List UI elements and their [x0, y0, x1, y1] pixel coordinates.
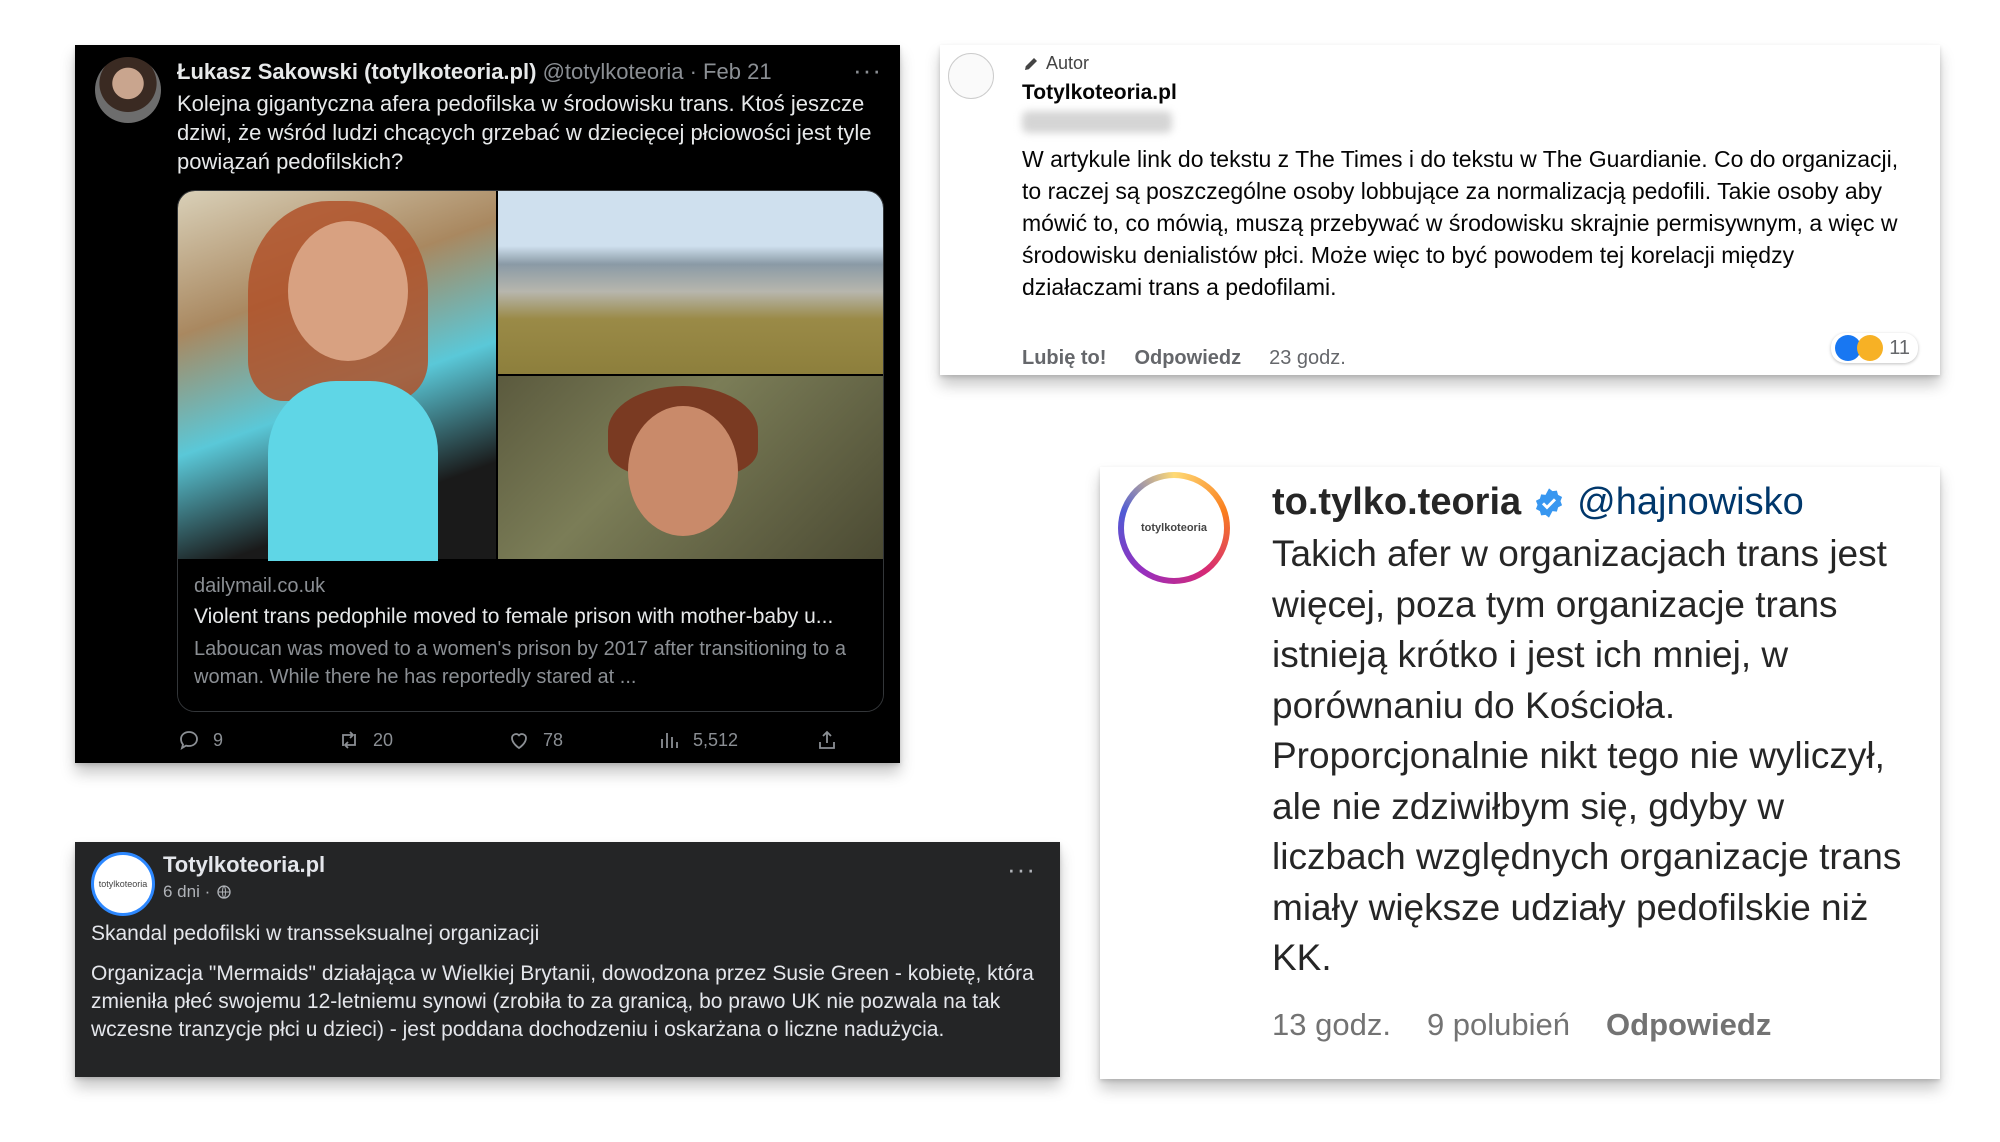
tweet-handle-date: @totylkoteoria · Feb 21	[542, 59, 772, 84]
mention-link[interactable]: @hajnowisko	[1577, 481, 1804, 524]
reactions-summary[interactable]: 11	[1831, 333, 1918, 363]
retweet-button[interactable]: 20	[337, 728, 393, 752]
author-badge-label: Autor	[1046, 53, 1090, 73]
post-time[interactable]: 6 dni ·	[163, 882, 210, 902]
tweet-author-name[interactable]: Łukasz Sakowski (totylkoteoria.pl)	[177, 59, 536, 84]
instagram-comment-card: totylkoteoria to.tylko.teoria @hajnowisk…	[1100, 467, 1940, 1079]
likes-count[interactable]: 9 polubień	[1427, 1007, 1570, 1043]
story-ring-avatar[interactable]: totylkoteoria	[1118, 472, 1230, 584]
tweet-card: Łukasz Sakowski (totylkoteoria.pl) @toty…	[75, 45, 900, 763]
comment-text: Takich afer w organizacjach trans jest w…	[1272, 533, 1902, 978]
comment-footer: 13 godz. 9 polubień Odpowiedz	[1272, 1007, 1771, 1043]
like-count: 78	[543, 729, 564, 750]
reaction-count: 11	[1889, 336, 1910, 359]
views-icon	[661, 733, 678, 748]
commenter-avatar[interactable]	[948, 53, 994, 99]
share-icon	[819, 730, 835, 749]
facebook-comment-card: Autor Totylkoteoria.pl W artykule link d…	[940, 45, 1940, 375]
link-domain: dailymail.co.uk	[194, 575, 326, 597]
tweet-text: Kolejna gigantyczna afera pedofilska w ś…	[177, 91, 872, 174]
link-image-prison	[498, 191, 883, 374]
comment-time: 13 godz.	[1272, 1007, 1391, 1042]
views-button[interactable]: 5,512	[657, 728, 738, 752]
tweet-header: Łukasz Sakowski (totylkoteoria.pl) @toty…	[177, 59, 772, 85]
comment-text: W artykule link do tekstu z The Times i …	[1022, 146, 1899, 300]
post-text: Organizacja "Mermaids" działająca w Wiel…	[91, 962, 1034, 1041]
link-title[interactable]: Violent trans pedophile moved to female …	[194, 605, 864, 629]
reply-button[interactable]: Odpowiedz	[1606, 1007, 1771, 1043]
like-link[interactable]: Lubię to!	[1022, 347, 1106, 370]
page-avatar[interactable]: totylkoteoria	[91, 852, 155, 916]
commenter-name[interactable]: Totylkoteoria.pl	[1022, 81, 1177, 105]
page-name[interactable]: Totylkoteoria.pl	[163, 852, 325, 878]
more-options-icon[interactable]: ···	[1007, 854, 1036, 885]
link-image-portrait	[178, 191, 496, 561]
reply-link[interactable]: Odpowiedz	[1134, 347, 1241, 370]
view-count: 5,512	[693, 729, 739, 750]
tweet-actions: 9 20 78 5,512	[177, 728, 877, 758]
pencil-icon	[1025, 57, 1037, 70]
link-info: dailymail.co.uk Violent trans pedophile …	[178, 561, 883, 711]
blurred-reply-target	[1022, 111, 1172, 133]
post-title: Skandal pedofilski w transseksualnej org…	[91, 922, 540, 945]
retweet-count: 20	[373, 729, 394, 750]
author-badge: Autor	[1022, 53, 1089, 74]
globe-icon	[217, 885, 231, 899]
username[interactable]: to.tylko.teoria	[1272, 481, 1521, 524]
reply-count: 9	[213, 729, 224, 750]
verified-badge-icon	[1536, 487, 1563, 518]
comment-footer: Lubię to! Odpowiedz 23 godz.	[1022, 347, 1346, 370]
comment-time: 23 godz.	[1269, 347, 1346, 369]
link-card[interactable]: dailymail.co.uk Violent trans pedophile …	[177, 190, 884, 712]
tweet-author-avatar[interactable]	[95, 57, 161, 123]
retweet-icon	[342, 731, 356, 749]
heart-icon	[511, 733, 527, 750]
reply-button[interactable]: 9	[177, 728, 223, 752]
more-options-icon[interactable]: ···	[853, 55, 882, 86]
haha-reaction-icon	[1857, 335, 1884, 361]
comment-header: to.tylko.teoria @hajnowisko	[1272, 481, 1804, 524]
like-button[interactable]: 78	[507, 728, 563, 752]
facebook-post-card: totylkoteoria Totylkoteoria.pl 6 dni · ·…	[75, 842, 1060, 1077]
share-button[interactable]	[815, 728, 839, 752]
link-description: Laboucan was moved to a women's prison b…	[194, 638, 846, 688]
reply-icon	[180, 731, 198, 750]
post-meta: 6 dni ·	[163, 882, 232, 902]
link-image-face	[498, 376, 883, 559]
avatar-logo: totylkoteoria	[1124, 478, 1224, 578]
